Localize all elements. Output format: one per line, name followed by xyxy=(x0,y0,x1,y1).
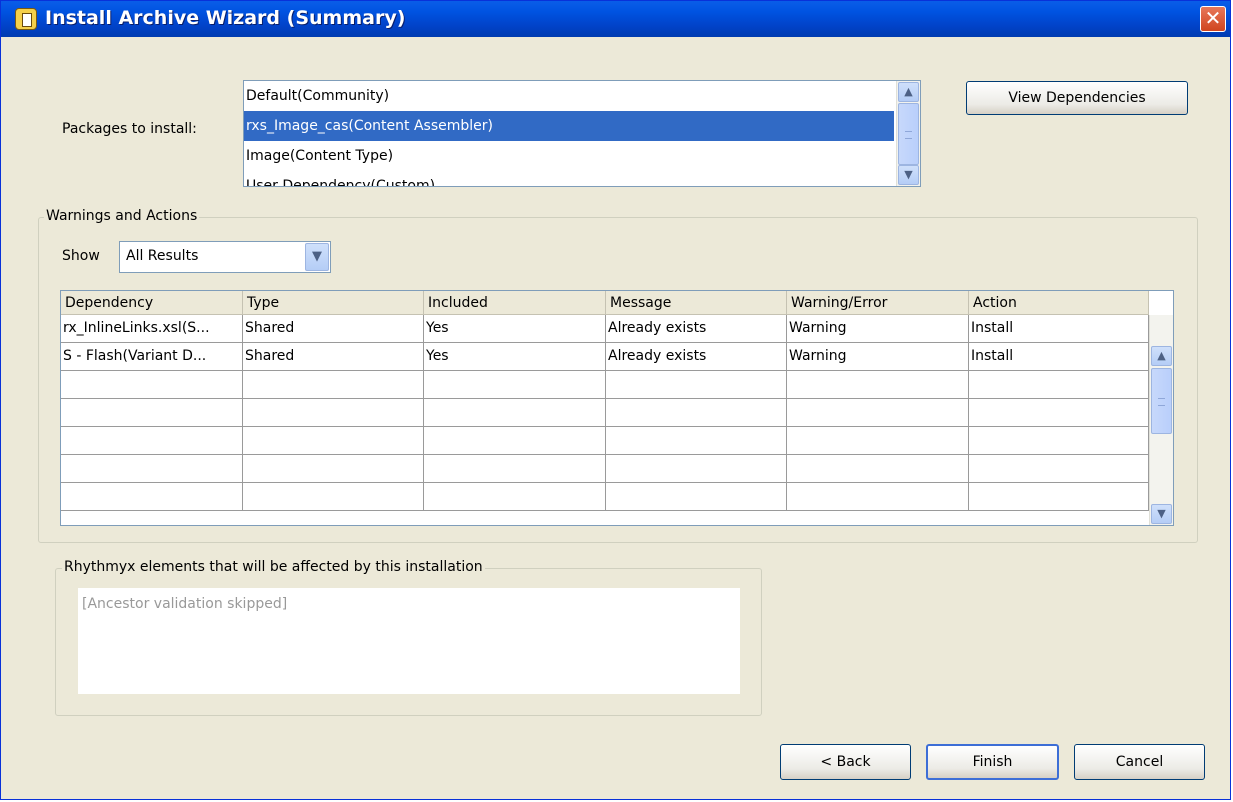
cell-dependency xyxy=(61,483,243,510)
cell-warning-error xyxy=(787,455,969,482)
cell-included xyxy=(424,427,606,454)
cell-dependency xyxy=(61,371,243,398)
scroll-up-button[interactable]: ▲ xyxy=(898,82,919,102)
chevron-up-icon: ▲ xyxy=(904,85,913,98)
column-header-warning-error[interactable]: Warning/Error xyxy=(787,291,969,315)
cell-warning-error xyxy=(787,483,969,510)
scroll-down-button[interactable]: ▼ xyxy=(1151,504,1172,524)
cancel-button[interactable]: Cancel xyxy=(1074,744,1205,780)
cell-included: Yes xyxy=(424,343,606,370)
cell-action: Install xyxy=(969,343,1149,370)
close-icon: ✕ xyxy=(1204,6,1222,30)
cell-dependency xyxy=(61,455,243,482)
cell-action xyxy=(969,399,1149,426)
cell-included xyxy=(424,371,606,398)
cell-message xyxy=(606,371,787,398)
install-archive-wizard-window: Install Archive Wizard (Summary) ✕ Packa… xyxy=(0,0,1231,800)
cell-dependency: rx_InlineLinks.xsl(S... xyxy=(61,315,243,342)
cell-included xyxy=(424,483,606,510)
show-filter-value: All Results xyxy=(126,248,199,264)
warnings-legend: Warnings and Actions xyxy=(44,208,200,224)
package-item[interactable]: Default(Community) xyxy=(244,81,920,111)
column-header-type[interactable]: Type xyxy=(243,291,424,315)
chevron-down-icon: ▼ xyxy=(904,168,913,181)
show-filter-select[interactable]: All Results ▼ xyxy=(119,241,331,273)
close-button[interactable]: ✕ xyxy=(1200,6,1226,32)
cell-message xyxy=(606,399,787,426)
scroll-up-button[interactable]: ▲ xyxy=(1151,346,1172,366)
cell-warning-error: Warning xyxy=(787,315,969,342)
view-dependencies-button[interactable]: View Dependencies xyxy=(966,81,1188,115)
table-row[interactable] xyxy=(61,399,1149,427)
chevron-up-icon: ▲ xyxy=(1157,349,1166,362)
column-header-dependency[interactable]: Dependency xyxy=(61,291,243,315)
cell-type xyxy=(243,371,424,398)
cell-included xyxy=(424,399,606,426)
cell-action xyxy=(969,371,1149,398)
table-row[interactable] xyxy=(61,427,1149,455)
cell-message xyxy=(606,455,787,482)
cell-type xyxy=(243,483,424,510)
cell-message: Already exists xyxy=(606,343,787,370)
dependency-table: Dependency Type Included Message Warning… xyxy=(60,290,1174,526)
table-header: Dependency Type Included Message Warning… xyxy=(61,291,1149,315)
column-header-action[interactable]: Action xyxy=(969,291,1149,315)
chevron-down-icon[interactable]: ▼ xyxy=(305,243,329,271)
cell-dependency xyxy=(61,399,243,426)
cell-warning-error xyxy=(787,427,969,454)
cell-warning-error xyxy=(787,371,969,398)
packages-label: Packages to install: xyxy=(62,121,197,137)
window-title: Install Archive Wizard (Summary) xyxy=(45,7,406,29)
scroll-down-button[interactable]: ▼ xyxy=(898,165,919,185)
cell-type: Shared xyxy=(243,343,424,370)
table-row[interactable] xyxy=(61,371,1149,399)
finish-button[interactable]: Finish xyxy=(926,744,1059,780)
column-header-included[interactable]: Included xyxy=(424,291,606,315)
affected-legend: Rhythmyx elements that will be affected … xyxy=(62,559,485,575)
cell-included: Yes xyxy=(424,315,606,342)
package-item[interactable]: Image(Content Type) xyxy=(244,141,920,171)
cell-included xyxy=(424,455,606,482)
package-item[interactable]: User Dependency(Custom) xyxy=(244,171,920,186)
cell-type: Shared xyxy=(243,315,424,342)
cell-type xyxy=(243,455,424,482)
back-button[interactable]: < Back xyxy=(780,744,911,780)
cell-message xyxy=(606,483,787,510)
package-item-selected[interactable]: rxs_Image_cas(Content Assembler) xyxy=(244,111,894,141)
table-row[interactable]: S - Flash(Variant D... Shared Yes Already e… xyxy=(61,343,1149,371)
show-label: Show xyxy=(62,248,100,264)
cell-type xyxy=(243,427,424,454)
wizard-icon xyxy=(15,8,37,30)
cell-type xyxy=(243,399,424,426)
cell-action xyxy=(969,483,1149,510)
cell-warning-error: Warning xyxy=(787,343,969,370)
cell-warning-error xyxy=(787,399,969,426)
cell-action: Install xyxy=(969,315,1149,342)
cell-message: Already exists xyxy=(606,315,787,342)
table-row[interactable]: rx_InlineLinks.xsl(S... Shared Yes Already … xyxy=(61,315,1149,343)
cell-message xyxy=(606,427,787,454)
table-scrollbar[interactable]: ▲ ▼ xyxy=(1149,315,1173,525)
cell-action xyxy=(969,455,1149,482)
scroll-thumb[interactable] xyxy=(1151,368,1172,434)
packages-listbox[interactable]: Default(Community) rxs_Image_cas(Content… xyxy=(243,80,921,187)
cell-action xyxy=(969,427,1149,454)
affected-elements-text: [Ancestor validation skipped] xyxy=(78,588,740,694)
packages-scrollbar[interactable]: ▲ ▼ xyxy=(896,81,920,186)
scroll-thumb[interactable] xyxy=(898,103,919,165)
column-header-message[interactable]: Message xyxy=(606,291,787,315)
cell-dependency: S - Flash(Variant D... xyxy=(61,343,243,370)
chevron-down-icon: ▼ xyxy=(1157,507,1166,520)
table-row[interactable] xyxy=(61,455,1149,483)
table-row[interactable] xyxy=(61,483,1149,511)
title-bar: Install Archive Wizard (Summary) ✕ xyxy=(1,1,1230,37)
cell-dependency xyxy=(61,427,243,454)
